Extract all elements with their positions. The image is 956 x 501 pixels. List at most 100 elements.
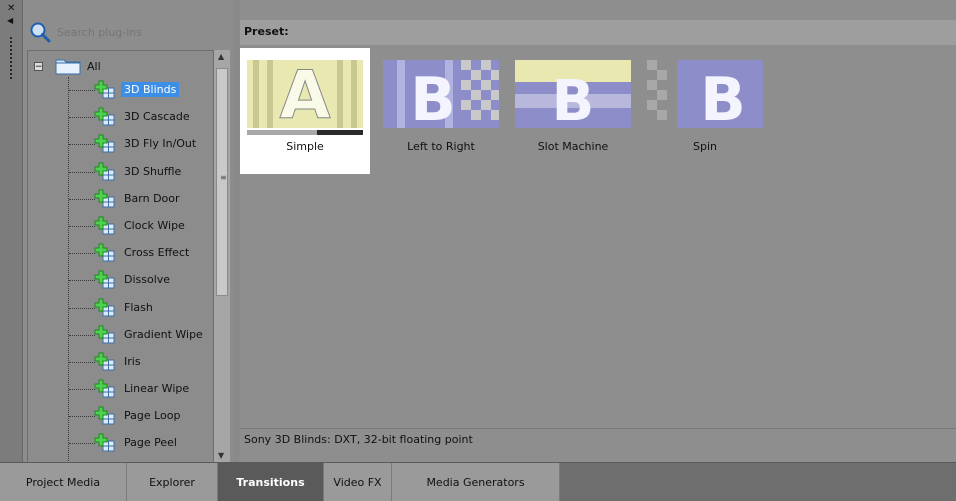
plugin-icon <box>94 134 115 153</box>
drag-grip-icon[interactable] <box>9 36 13 80</box>
tree-item-label: Page Peel <box>124 436 177 450</box>
tree-connector <box>69 225 95 227</box>
preset-thumbnail[interactable]: B Spin <box>640 48 770 174</box>
tree-item-label: Flash <box>124 300 153 314</box>
tab-media-generators[interactable]: Media Generators <box>392 463 560 501</box>
tab-label: Video FX <box>333 475 382 489</box>
tab-bar: Project Media Explorer Transitions Video FX… <box>0 462 956 501</box>
plugin-tree: − All 3D Blinds 3D Cascade 3D Fly In/Out 3D… <box>27 50 214 464</box>
search-icon <box>30 22 51 43</box>
tree-item-label: Iris <box>124 354 141 368</box>
plugin-icon <box>94 189 115 208</box>
tab-label: Media Generators <box>426 475 525 489</box>
folder-icon <box>55 59 81 75</box>
tree-item[interactable]: Flash <box>28 295 214 322</box>
plugin-icon <box>94 325 115 344</box>
tree-item[interactable]: Iris <box>28 349 214 376</box>
preset-label: Spin <box>693 140 717 153</box>
preset-image: B <box>383 60 499 128</box>
dock-strip: ✕ ◀ <box>0 0 23 462</box>
tree-connector <box>69 361 95 363</box>
preset-image: A <box>247 60 363 128</box>
search-box[interactable] <box>27 14 227 50</box>
preset-thumbnail[interactable]: B Slot Machine <box>508 48 638 174</box>
tab-label: Transitions <box>236 475 305 489</box>
tree-connector <box>69 117 95 119</box>
tree-item-label: Clock Wipe <box>124 218 185 232</box>
tree-item-label: Barn Door <box>124 191 180 205</box>
tree-item[interactable]: Clock Wipe <box>28 213 214 240</box>
tree-item-label: Linear Wipe <box>124 382 190 396</box>
scroll-down-icon[interactable]: ▼ <box>218 451 224 460</box>
plugin-icon <box>94 243 115 262</box>
tree-connector <box>69 144 95 146</box>
tree-item[interactable]: Cross Effect <box>28 240 214 267</box>
tree-connector <box>69 443 95 445</box>
tree-item-label: 3D Fly In/Out <box>124 137 197 151</box>
preset-thumbnail[interactable]: B Left to Right <box>376 48 506 174</box>
triangle-left-icon[interactable]: ◀ <box>7 16 13 25</box>
collapse-icon[interactable]: − <box>34 61 43 71</box>
preset-thumbnail[interactable]: A Simple <box>240 48 370 174</box>
tree-item-label: Page Loop <box>124 409 181 423</box>
tab-transitions[interactable]: Transitions <box>218 463 324 501</box>
tree-connector <box>69 280 95 282</box>
tree-scrollbar[interactable]: ▲ ≡ ▼ <box>213 50 230 462</box>
tree-item-label: Gradient Wipe <box>124 327 203 341</box>
tree-item-label: 3D Shuffle <box>124 164 182 178</box>
scroll-grip-icon: ≡ <box>220 173 227 182</box>
tree-item[interactable]: Page Peel <box>28 430 214 457</box>
preset-label: Simple <box>286 140 324 153</box>
tab-label: Explorer <box>149 475 195 489</box>
preset-label: Left to Right <box>407 140 475 153</box>
scroll-up-icon[interactable]: ▲ <box>218 52 224 61</box>
tree-item-label: Dissolve <box>124 273 171 287</box>
tab-project-media[interactable]: Project Media <box>0 463 127 501</box>
tree-item[interactable]: Gradient Wipe <box>28 322 214 349</box>
tree-item[interactable]: 3D Fly In/Out <box>28 131 214 158</box>
plugin-icon <box>94 80 115 99</box>
tree-items: 3D Blinds 3D Cascade 3D Fly In/Out 3D Shuff… <box>28 77 214 458</box>
preset-grid: A Simple B Left to Right B Slot Machine B Spin <box>240 46 956 426</box>
tree-item-label: 3D Blinds <box>121 82 180 97</box>
preset-panel: Preset: A Simple B Left to Right B Slot Machi… <box>240 0 956 463</box>
search-input[interactable] <box>55 24 209 40</box>
plugin-icon <box>94 162 115 181</box>
tree-item[interactable]: 3D Cascade <box>28 104 214 131</box>
tree-item[interactable]: 3D Shuffle <box>28 159 214 186</box>
tree-connector <box>69 253 95 255</box>
plugin-icon <box>94 406 115 425</box>
tree-item[interactable]: Dissolve <box>28 267 214 294</box>
tree-item[interactable]: Linear Wipe <box>28 376 214 403</box>
tree-connector <box>69 307 95 309</box>
plugin-icon <box>94 107 115 126</box>
preset-progress-bar <box>247 130 363 135</box>
tree-item[interactable]: Page Loop <box>28 403 214 430</box>
plugin-icon <box>94 352 115 371</box>
plugin-icon <box>94 216 115 235</box>
tab-label: Project Media <box>25 475 101 489</box>
tree-item-label: 3D Cascade <box>124 110 190 124</box>
plugin-icon <box>94 270 115 289</box>
scroll-thumb[interactable]: ≡ <box>216 68 228 296</box>
close-icon[interactable]: ✕ <box>7 4 15 14</box>
tree-connector <box>69 171 95 173</box>
svg-text:A: A <box>279 60 330 128</box>
tree-item-label: Cross Effect <box>124 246 190 260</box>
tree-root-label: All <box>87 59 101 73</box>
preset-title: Preset: <box>244 25 289 38</box>
plugin-icon <box>94 379 115 398</box>
tree-root-all[interactable]: − All <box>34 57 101 75</box>
tab-video-fx[interactable]: Video FX <box>324 463 392 501</box>
tree-item[interactable]: 3D Blinds <box>28 77 214 104</box>
preset-image: B <box>515 60 631 128</box>
status-bar: Sony 3D Blinds: DXT, 32-bit floating poi… <box>240 428 956 463</box>
status-text: Sony 3D Blinds: DXT, 32-bit floating poi… <box>244 433 473 446</box>
plugin-icon <box>94 298 115 316</box>
tree-connector <box>69 198 95 200</box>
tree-item[interactable]: Barn Door <box>28 186 214 213</box>
preset-header: Preset: <box>240 20 956 45</box>
tab-explorer[interactable]: Explorer <box>127 463 218 501</box>
plugin-tree-panel: − All 3D Blinds3D Cascade3D Fly In/Out3D… <box>23 0 233 464</box>
tree-connector <box>69 416 95 418</box>
